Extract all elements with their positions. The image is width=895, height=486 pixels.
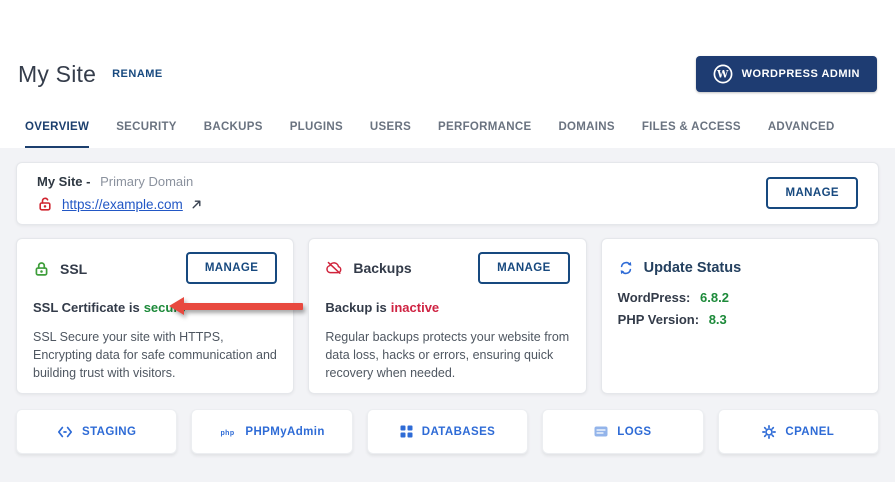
cpanel-label: CPANEL	[785, 426, 834, 438]
cpanel-button[interactable]: CPANEL	[718, 409, 879, 454]
unlock-red-icon	[37, 196, 53, 212]
tab-backups[interactable]: BACKUPS	[204, 121, 263, 148]
domain-type-label: Primary Domain	[100, 174, 193, 189]
title-row: My Site RENAME W WORDPRESS ADMIN	[18, 55, 877, 93]
primary-domain-card: My Site - Primary Domain https://example…	[16, 162, 879, 225]
code-icon	[57, 426, 73, 438]
domain-title-line: My Site - Primary Domain	[37, 174, 202, 189]
logs-icon	[594, 426, 608, 437]
external-link-icon	[191, 199, 202, 210]
grid-icon	[400, 425, 413, 438]
ssl-card: SSL MANAGE SSL Certificate is secure SSL …	[16, 238, 294, 394]
domain-site-name: My Site -	[37, 174, 90, 189]
ssl-status-value: secure	[144, 300, 186, 315]
backups-manage-button[interactable]: MANAGE	[478, 252, 570, 284]
ssl-status-line: SSL Certificate is secure	[33, 300, 277, 315]
page-header: My Site RENAME W WORDPRESS ADMIN OVERVIE…	[0, 0, 895, 148]
ssl-description: SSL Secure your site with HTTPS, Encrypt…	[33, 328, 277, 382]
staging-label: STAGING	[82, 426, 136, 438]
update-status-title: Update Status	[644, 260, 742, 276]
wordpress-version-label: WordPress:	[618, 290, 691, 305]
backups-description: Regular backups protects your website fr…	[325, 328, 569, 382]
php-version-label: PHP Version:	[618, 312, 699, 327]
backups-title-wrap: Backups	[325, 260, 411, 276]
domain-url-line: https://example.com	[37, 196, 202, 212]
page-title: My Site	[18, 61, 96, 88]
gear-icon	[762, 425, 776, 439]
ssl-title-wrap: SSL	[33, 260, 87, 277]
svg-text:php: php	[221, 430, 235, 437]
tab-advanced[interactable]: ADVANCED	[768, 121, 835, 148]
tab-plugins[interactable]: PLUGINS	[290, 121, 343, 148]
wordpress-version-value: 6.8.2	[700, 290, 729, 305]
logs-label: LOGS	[617, 426, 651, 438]
tab-files-and-access[interactable]: FILES & ACCESS	[642, 121, 741, 148]
main-content: My Site - Primary Domain https://example…	[0, 148, 895, 482]
domain-manage-button[interactable]: MANAGE	[766, 177, 858, 209]
tab-overview[interactable]: OVERVIEW	[25, 121, 89, 148]
ssl-card-header: SSL MANAGE	[33, 252, 277, 284]
backups-card: Backups MANAGE Backup is inactive Regular…	[308, 238, 586, 394]
wordpress-logo-icon: W	[713, 64, 733, 84]
phpmyadmin-button[interactable]: php PHPMyAdmin	[191, 409, 352, 454]
quick-actions-row: STAGING php PHPMyAdmin DATABASES	[16, 409, 879, 454]
backups-status-line: Backup is inactive	[325, 300, 569, 315]
php-version-value: 8.3	[709, 312, 727, 327]
logs-button[interactable]: LOGS	[542, 409, 703, 454]
backups-card-title: Backups	[353, 260, 411, 276]
phpmyadmin-label: PHPMyAdmin	[245, 426, 324, 438]
sync-icon	[618, 260, 634, 276]
ssl-manage-button[interactable]: MANAGE	[186, 252, 278, 284]
tab-security[interactable]: SECURITY	[116, 121, 177, 148]
wordpress-version-row: WordPress: 6.8.2	[618, 290, 862, 305]
feature-cards-row: SSL MANAGE SSL Certificate is secure SSL …	[16, 238, 879, 394]
cloud-off-icon	[325, 260, 343, 276]
backups-status-value: inactive	[391, 300, 439, 315]
update-status-rows: WordPress: 6.8.2 PHP Version: 8.3	[618, 290, 862, 327]
tab-users[interactable]: USERS	[370, 121, 411, 148]
update-status-card: Update Status WordPress: 6.8.2 PHP Versi…	[601, 238, 879, 394]
site-url-text: https://example.com	[62, 197, 183, 212]
domain-info: My Site - Primary Domain https://example…	[37, 174, 202, 212]
wordpress-admin-button[interactable]: W WORDPRESS ADMIN	[696, 56, 877, 92]
wordpress-admin-label: WORDPRESS ADMIN	[742, 68, 860, 80]
php-version-row: PHP Version: 8.3	[618, 312, 862, 327]
tab-bar: OVERVIEW SECURITY BACKUPS PLUGINS USERS …	[18, 121, 877, 148]
update-status-title-wrap: Update Status	[618, 260, 862, 276]
svg-text:W: W	[716, 70, 729, 81]
rename-button[interactable]: RENAME	[112, 68, 163, 80]
site-url-link[interactable]: https://example.com	[62, 197, 202, 212]
php-icon: php	[219, 426, 236, 438]
databases-label: DATABASES	[422, 426, 495, 438]
lock-green-icon	[33, 260, 50, 277]
databases-button[interactable]: DATABASES	[367, 409, 528, 454]
tab-performance[interactable]: PERFORMANCE	[438, 121, 531, 148]
ssl-card-title: SSL	[60, 261, 87, 277]
backups-card-header: Backups MANAGE	[325, 252, 569, 284]
tab-domains[interactable]: DOMAINS	[558, 121, 614, 148]
backups-status-prefix: Backup is	[325, 300, 386, 315]
ssl-status-prefix: SSL Certificate is	[33, 300, 140, 315]
staging-button[interactable]: STAGING	[16, 409, 177, 454]
